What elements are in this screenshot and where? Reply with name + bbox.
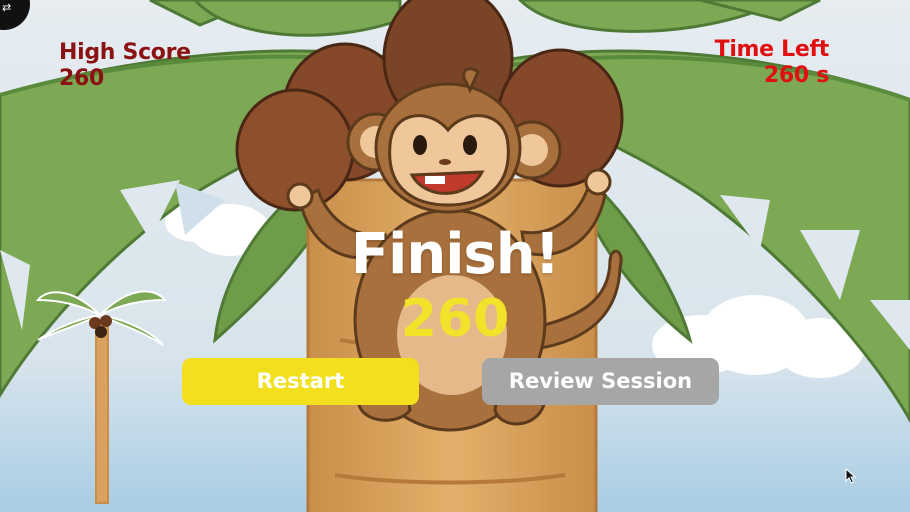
time-left-panel: Time Left 260 s xyxy=(714,37,830,89)
time-left-value: 260 s xyxy=(763,63,829,88)
final-score: 260 xyxy=(400,289,510,349)
time-left-label: Time Left xyxy=(714,37,830,62)
mouse-cursor-icon xyxy=(845,468,857,484)
high-score-value: 260 xyxy=(59,66,105,91)
finish-title: Finish! xyxy=(350,222,560,287)
high-score-panel: High Score 260 xyxy=(59,40,191,92)
review-session-button[interactable]: Review Session xyxy=(482,358,719,405)
high-score-label: High Score xyxy=(59,40,191,65)
swap-arrows-icon: ⇄ xyxy=(2,1,12,14)
restart-button[interactable]: Restart xyxy=(182,358,419,405)
